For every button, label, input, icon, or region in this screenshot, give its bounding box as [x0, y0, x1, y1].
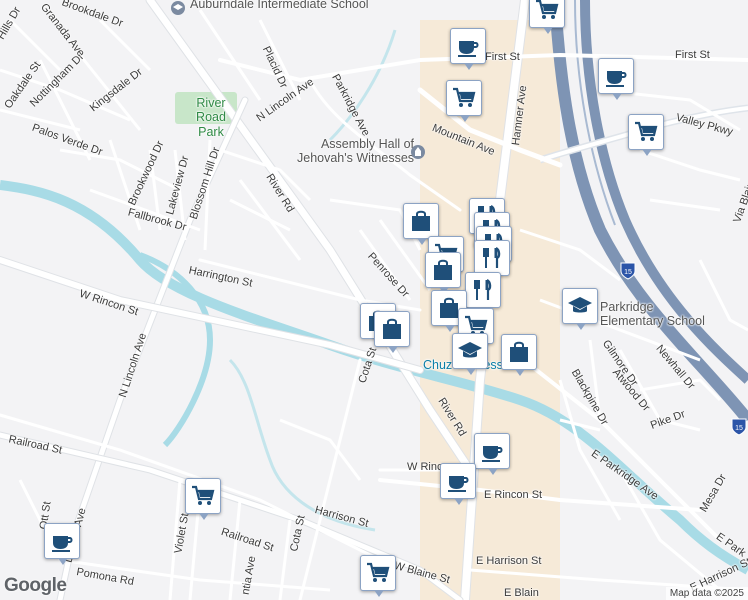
street-label-e-blaine-st: E Blain	[504, 587, 539, 599]
shopping-bag-icon	[505, 338, 533, 366]
street-label-e-rincon-st: E Rincon St	[484, 489, 543, 501]
shopping-cart-icon	[450, 84, 478, 112]
auburndale-school-label: Auburndale Intermediate School	[190, 0, 369, 11]
coffee-cup-icon	[454, 32, 482, 60]
coffee-cup-marker[interactable]	[474, 433, 510, 475]
svg-text:15: 15	[624, 269, 632, 276]
river-road-park-label[interactable]: River Road Park	[186, 96, 236, 139]
coffee-cup-icon	[478, 437, 506, 465]
svg-text:15: 15	[735, 425, 743, 432]
coffee-cup-icon	[602, 62, 630, 90]
shopping-bag-icon	[429, 256, 457, 284]
shopping-cart-icon	[364, 559, 392, 587]
shopping-cart-icon	[632, 118, 660, 146]
interstate-15-shield-upper: 15	[620, 262, 636, 280]
shopping-bag-icon	[407, 207, 435, 235]
shopping-cart-marker[interactable]	[446, 80, 482, 122]
assembly-hall-place[interactable]: Assembly Hall of Jehovah's Witnesses	[297, 137, 414, 166]
shopping-cart-icon	[189, 482, 217, 510]
street-label-first-st-right: First St	[675, 49, 710, 61]
coffee-cup-icon	[48, 527, 76, 555]
shopping-bag-icon	[378, 315, 406, 343]
parkridge-school-place[interactable]: Parkridge Elementary School	[600, 300, 705, 329]
coffee-cup-marker[interactable]	[44, 523, 80, 565]
place-of-worship-icon	[411, 145, 425, 159]
shopping-cart-marker[interactable]	[360, 555, 396, 597]
google-logo: Google	[4, 575, 67, 596]
street-label-e-harrison-st: E Harrison St	[476, 555, 542, 567]
shopping-bag-marker[interactable]	[501, 334, 537, 376]
shopping-cart-icon	[533, 0, 561, 24]
auburndale-school-place[interactable]: Auburndale Intermediate School	[170, 0, 369, 16]
parkridge-school-label-line1: Parkridge	[600, 300, 654, 314]
street-label-w-rincon-st-east: W Rinc	[407, 461, 443, 473]
shopping-cart-marker[interactable]	[628, 114, 664, 156]
fork-knife-marker[interactable]	[474, 240, 510, 282]
map-data-credit[interactable]: Map data ©2025	[665, 587, 748, 600]
graduation-cap-icon	[456, 337, 484, 365]
shopping-cart-marker[interactable]	[185, 478, 221, 520]
school-pin-icon	[171, 1, 185, 15]
graduation-cap-icon	[566, 292, 594, 320]
shopping-bag-marker[interactable]	[403, 203, 439, 245]
assembly-hall-label-line2: Jehovah's Witnesses	[297, 151, 415, 166]
interstate-15-shield-lower: 15	[731, 418, 747, 436]
graduation-cap-marker[interactable]	[452, 333, 488, 375]
fork-knife-marker[interactable]	[465, 272, 501, 314]
coffee-cup-marker[interactable]	[440, 463, 476, 505]
fork-knife-icon	[478, 244, 506, 272]
coffee-cup-marker[interactable]	[598, 58, 634, 100]
map-canvas[interactable]: 15 15 N Lincoln Ave N Lincoln Ave Lincol…	[0, 0, 748, 600]
shopping-bag-marker[interactable]	[425, 252, 461, 294]
coffee-cup-marker[interactable]	[450, 28, 486, 70]
coffee-cup-icon	[444, 467, 472, 495]
graduation-cap-marker[interactable]	[562, 288, 598, 330]
shopping-bag-marker[interactable]	[374, 311, 410, 353]
street-label-first-st-mid: First St	[485, 51, 520, 63]
fork-knife-icon	[469, 276, 497, 304]
assembly-hall-label-line1: Assembly Hall of	[320, 137, 415, 151]
parkridge-school-label-line2: Elementary School	[600, 314, 705, 329]
shopping-cart-marker[interactable]	[529, 0, 565, 34]
